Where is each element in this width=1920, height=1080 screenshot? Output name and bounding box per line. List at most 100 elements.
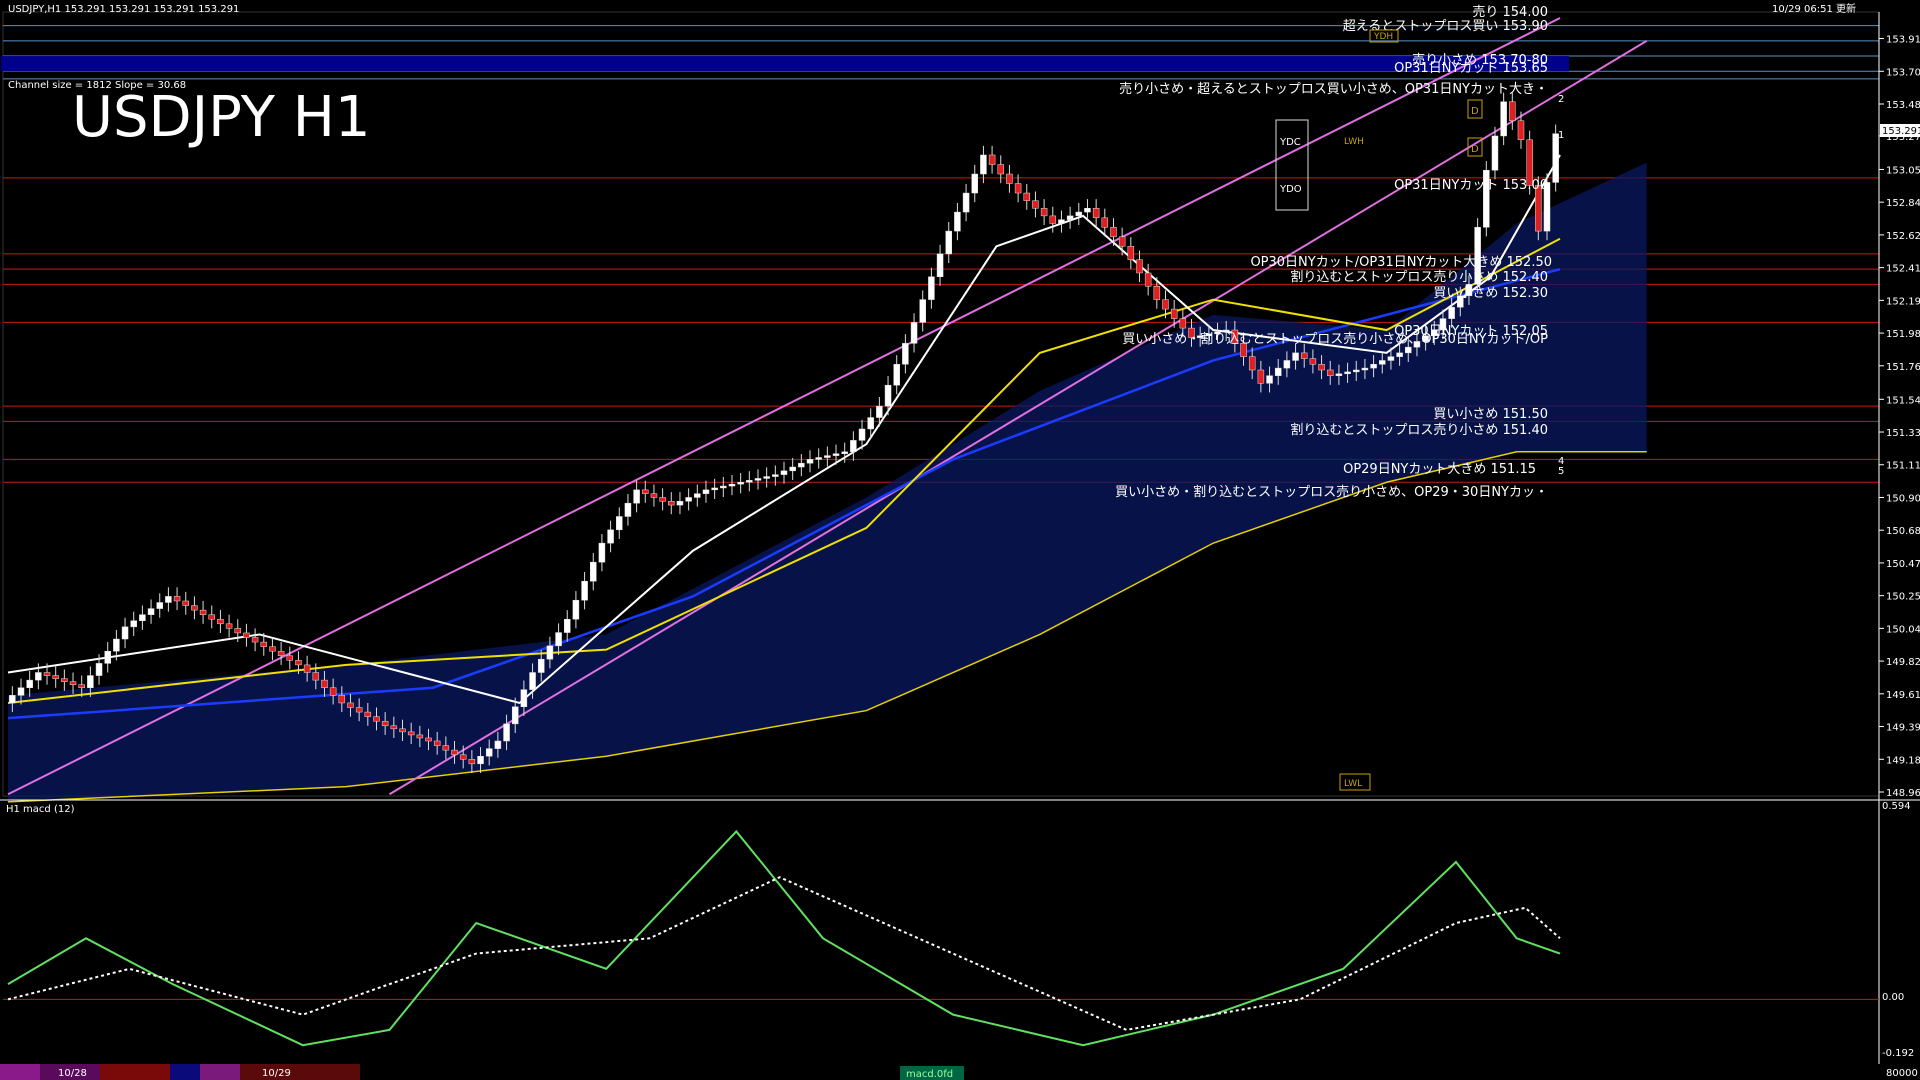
candle-body: [1032, 200, 1039, 209]
candle-body: [945, 230, 952, 255]
candle-body: [355, 707, 363, 713]
candle-body: [893, 364, 900, 386]
candle-body: [1092, 208, 1100, 219]
wave-1: 1: [1558, 130, 1564, 141]
d-marker-1: D: [1471, 106, 1479, 117]
candle-body: [1266, 375, 1273, 384]
candle-body: [1379, 360, 1386, 365]
candle-body: [1023, 192, 1031, 201]
candle-body: [477, 755, 484, 765]
candle-body: [442, 745, 450, 751]
lwh-marker: LWH: [1344, 137, 1364, 147]
candle-body: [590, 561, 597, 582]
annot-note-2: 買い小さめ・割り込むとストップロス売り小さめ、OP30日NYカット/OP: [1122, 331, 1548, 347]
candle-body: [850, 440, 857, 453]
candle-body: [537, 658, 545, 673]
price-tick-label: 152.840: [1886, 198, 1920, 209]
candle-body: [1292, 352, 1299, 361]
candle-body: [546, 645, 554, 660]
candle-body: [104, 650, 111, 664]
price-tick-label: 153.055: [1886, 165, 1920, 176]
candle-body: [182, 600, 189, 606]
candle-body: [165, 596, 172, 603]
candle-body: [997, 164, 1005, 175]
annot-buy-152.30: 買い小さめ 152.30: [1433, 286, 1548, 301]
candle-body: [581, 580, 588, 601]
candle-body: [936, 253, 944, 278]
candle-body: [433, 740, 441, 746]
price-tick-label: 150.685: [1886, 526, 1920, 537]
candle-body: [1040, 208, 1048, 217]
candle-body: [1509, 101, 1516, 121]
forex-chart: USDJPY,H1 153.291 153.291 153.291 153.29…: [0, 0, 1920, 1080]
candle-body: [1300, 352, 1308, 359]
candle-body: [824, 455, 831, 458]
candle-body: [694, 493, 701, 498]
candle-body: [572, 599, 580, 620]
candle-body: [555, 632, 562, 647]
candle-body: [407, 731, 415, 736]
candle-body: [962, 192, 970, 213]
candle-body: [815, 457, 822, 460]
candle-body: [1344, 371, 1351, 375]
macd-tick-bottom: -0.192: [1882, 1048, 1914, 1059]
candle-body: [35, 672, 42, 681]
candle-body: [720, 485, 727, 489]
chart-title: USDJPY H1: [72, 85, 370, 150]
candle-body: [468, 759, 476, 765]
candle-body: [1170, 308, 1178, 319]
candle-body: [494, 740, 502, 749]
d-marker-2: D: [1471, 144, 1479, 155]
candle-body: [26, 679, 33, 688]
candle-body: [139, 614, 146, 622]
candle-body: [199, 609, 207, 615]
candle-body: [347, 702, 354, 708]
candle-body: [876, 405, 883, 418]
candle-body: [1179, 318, 1187, 329]
candle-body: [1162, 299, 1169, 310]
candle-body: [1136, 259, 1143, 274]
candle-body: [191, 605, 198, 611]
candle-body: [676, 501, 684, 506]
candle-body: [1049, 215, 1057, 224]
candle-body: [616, 516, 623, 531]
annot-op29-151.15: OP29日NYカット大きめ 151.15: [1343, 462, 1536, 477]
candle-body: [399, 728, 406, 733]
price-tick-label: 153.915: [1886, 35, 1920, 46]
candle-body: [243, 632, 250, 638]
candle-body: [1335, 373, 1343, 376]
candle-body: [1144, 272, 1152, 287]
candle-body: [529, 672, 536, 690]
candle-body: [980, 154, 987, 175]
candle-body: [607, 529, 614, 544]
annot-op30-152.50: OP30日NYカット/OP31日NYカット大きめ 152.50: [1250, 255, 1552, 270]
candle-body: [806, 459, 814, 464]
candle-body: [954, 211, 961, 232]
candle-body: [763, 476, 770, 479]
candle-body: [312, 672, 320, 681]
candle-body: [772, 474, 779, 477]
candle-body: [130, 620, 137, 628]
candle-body: [381, 720, 389, 727]
candle-body: [225, 623, 233, 629]
candle-body: [52, 675, 59, 679]
candle-body: [1387, 356, 1395, 361]
price-tick-label: 151.330: [1886, 428, 1920, 439]
wave-5: 5: [1558, 466, 1564, 477]
candle-body: [87, 675, 94, 688]
candle-body: [503, 723, 510, 742]
macd-tick-top: 0.594: [1882, 801, 1911, 812]
candle-body: [598, 542, 606, 563]
candle-body: [832, 453, 840, 456]
candle-body: [1491, 135, 1499, 171]
ydh-marker: YDH: [1373, 32, 1393, 42]
candle-body: [156, 602, 163, 609]
candle-body: [17, 687, 25, 696]
price-tick-label: 151.115: [1886, 461, 1920, 472]
macd-title: H1 macd (12): [6, 804, 75, 815]
candle-body: [329, 687, 337, 696]
candle-body: [1500, 101, 1507, 137]
candle-body: [728, 483, 736, 487]
candle-body: [390, 725, 398, 730]
candle-body: [1101, 217, 1109, 228]
